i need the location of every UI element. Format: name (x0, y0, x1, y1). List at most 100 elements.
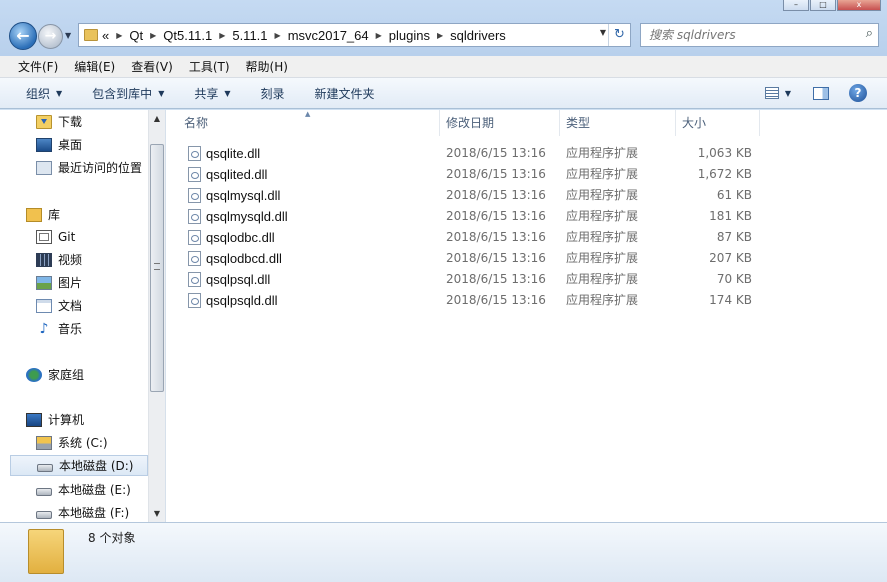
sidebar-item-documents[interactable]: 文档 (36, 295, 148, 316)
forward-button[interactable]: → (38, 24, 63, 49)
menu-view[interactable]: 查看(V) (131, 58, 173, 75)
file-row[interactable]: qsqlpsql.dll 2018/6/15 13:16 应用程序扩展 70 K… (186, 269, 766, 290)
dll-file-icon (188, 188, 201, 203)
file-type: 应用程序扩展 (566, 167, 639, 181)
breadcrumb-qt5111[interactable]: Qt5.11.1 (163, 28, 212, 43)
breadcrumb-separator-icon[interactable]: ▶ (437, 31, 443, 40)
menu-help[interactable]: 帮助(H) (246, 58, 288, 75)
folder-icon (84, 29, 98, 41)
videos-icon (36, 252, 52, 267)
breadcrumb-5111[interactable]: 5.11.1 (232, 28, 267, 43)
file-row[interactable]: qsqlited.dll 2018/6/15 13:16 应用程序扩展 1,67… (186, 164, 766, 185)
file-size: 207 KB (709, 251, 752, 265)
column-header-type[interactable]: 类型 (560, 110, 676, 136)
breadcrumb-separator-icon[interactable]: ▶ (116, 31, 122, 40)
file-name: qsqlpsql.dll (206, 272, 271, 287)
close-button[interactable]: x (837, 0, 881, 11)
file-date: 2018/6/15 13:16 (446, 167, 546, 181)
view-options-dropdown-icon[interactable]: ▼ (785, 89, 791, 98)
desktop-icon (36, 137, 52, 152)
scroll-up-icon[interactable]: ▲ (149, 110, 165, 127)
breadcrumb-plugins[interactable]: plugins (389, 28, 430, 43)
new-folder-button[interactable]: 新建文件夹 (315, 85, 375, 102)
address-dropdown-icon[interactable]: ▼ (600, 28, 606, 37)
sidebar-item-label: 视频 (58, 253, 83, 267)
breadcrumb-msvc2017-64[interactable]: msvc2017_64 (288, 28, 369, 43)
breadcrumb-separator-icon[interactable]: ▶ (150, 31, 156, 40)
breadcrumb-separator-icon[interactable]: ▶ (275, 31, 281, 40)
burn-button[interactable]: 刻录 (261, 85, 285, 102)
file-row[interactable]: qsqlmysql.dll 2018/6/15 13:16 应用程序扩展 61 … (186, 185, 766, 206)
view-mode-icon[interactable] (764, 87, 779, 99)
sidebar-item-drive-d[interactable]: 本地磁盘 (D:) (10, 455, 148, 476)
sidebar-item-music[interactable]: ♪ 音乐 (36, 318, 148, 339)
breadcrumb-overflow[interactable]: « (102, 28, 109, 43)
preview-pane-icon[interactable] (813, 86, 829, 100)
chevron-down-icon: ▼ (56, 88, 63, 98)
pictures-icon (36, 275, 52, 290)
file-type: 应用程序扩展 (566, 272, 639, 286)
sidebar-item-drive-c[interactable]: 系统 (C:) (36, 432, 148, 453)
sidebar-item-downloads[interactable]: 下载 (36, 111, 148, 132)
sidebar-item-videos[interactable]: 视频 (36, 249, 148, 270)
include-in-library-button[interactable]: 包含到库中 ▼ (92, 85, 164, 102)
help-icon[interactable]: ? (849, 84, 867, 102)
file-row[interactable]: qsqlpsqld.dll 2018/6/15 13:16 应用程序扩展 174… (186, 290, 766, 311)
file-row[interactable]: qsqlodbcd.dll 2018/6/15 13:16 应用程序扩展 207… (186, 248, 766, 269)
menu-file[interactable]: 文件(F) (18, 58, 58, 75)
dll-file-icon (188, 146, 201, 161)
back-button[interactable]: ← (9, 22, 37, 50)
menu-edit[interactable]: 编辑(E) (74, 58, 115, 75)
sidebar-item-label: 计算机 (48, 413, 85, 427)
file-type: 应用程序扩展 (566, 293, 639, 307)
sidebar-item-homegroup[interactable]: 家庭组 (26, 364, 148, 385)
column-header-size[interactable]: 大小 (676, 110, 760, 136)
file-name: qsqlodbcd.dll (206, 251, 282, 266)
music-icon: ♪ (39, 320, 49, 337)
sidebar-item-desktop[interactable]: 桌面 (36, 134, 148, 155)
sidebar-item-label: 本地磁盘 (E:) (58, 483, 131, 497)
menu-tools[interactable]: 工具(T) (189, 58, 230, 75)
menu-bar: 文件(F) 编辑(E) 查看(V) 工具(T) 帮助(H) (0, 56, 887, 78)
file-row[interactable]: qsqlite.dll 2018/6/15 13:16 应用程序扩展 1,063… (186, 143, 766, 164)
scroll-down-icon[interactable]: ▼ (149, 505, 165, 522)
sidebar-item-libraries[interactable]: 库 (26, 204, 148, 225)
sidebar-item-label: 家庭组 (48, 368, 85, 382)
share-label: 共享 (194, 86, 219, 101)
file-size: 70 KB (716, 272, 752, 286)
maximize-button[interactable]: □ (810, 0, 836, 11)
breadcrumb-separator-icon[interactable]: ▶ (376, 31, 382, 40)
organize-button[interactable]: 组织 ▼ (26, 85, 62, 102)
file-row[interactable]: qsqlmysqld.dll 2018/6/15 13:16 应用程序扩展 18… (186, 206, 766, 227)
sidebar-scrollbar[interactable]: ▲ ▼ (148, 110, 165, 522)
status-bar: 8 个对象 (0, 522, 887, 582)
file-date: 2018/6/15 13:16 (446, 188, 546, 202)
file-date: 2018/6/15 13:16 (446, 293, 546, 307)
sidebar-item-pictures[interactable]: 图片 (36, 272, 148, 293)
refresh-icon[interactable]: ↻ (608, 24, 630, 46)
breadcrumb-qt[interactable]: Qt (129, 28, 143, 43)
search-box[interactable]: ⌕ (640, 23, 879, 47)
sort-ascending-icon: ▲ (305, 110, 311, 118)
sidebar-item-recent-places[interactable]: 最近访问的位置 (36, 157, 148, 178)
address-bar[interactable]: « ▶ Qt ▶ Qt5.11.1 ▶ 5.11.1 ▶ msvc2017_64… (78, 23, 631, 47)
sidebar-item-label: 下载 (58, 115, 83, 129)
sidebar-item-git[interactable]: Git (36, 226, 148, 247)
search-input[interactable] (641, 24, 851, 46)
column-header-date[interactable]: 修改日期 (440, 110, 560, 136)
sidebar-item-drive-e[interactable]: 本地磁盘 (E:) (36, 479, 148, 500)
search-icon[interactable]: ⌕ (866, 26, 873, 41)
sidebar-item-computer[interactable]: 计算机 (26, 409, 148, 430)
share-button[interactable]: 共享 ▼ (194, 85, 230, 102)
file-row[interactable]: qsqlodbc.dll 2018/6/15 13:16 应用程序扩展 87 K… (186, 227, 766, 248)
recent-pages-dropdown[interactable]: ▼ (65, 31, 71, 40)
scrollbar-thumb[interactable] (150, 144, 164, 392)
git-library-icon (36, 229, 52, 244)
system-drive-icon (36, 435, 52, 450)
breadcrumb-sqldrivers[interactable]: sqldrivers (450, 28, 506, 43)
breadcrumb-separator-icon[interactable]: ▶ (219, 31, 225, 40)
sidebar-item-drive-f[interactable]: 本地磁盘 (F:) (36, 502, 148, 522)
file-size: 87 KB (716, 230, 752, 244)
sidebar-item-label: 文档 (58, 299, 83, 313)
minimize-button[interactable]: – (783, 0, 809, 11)
